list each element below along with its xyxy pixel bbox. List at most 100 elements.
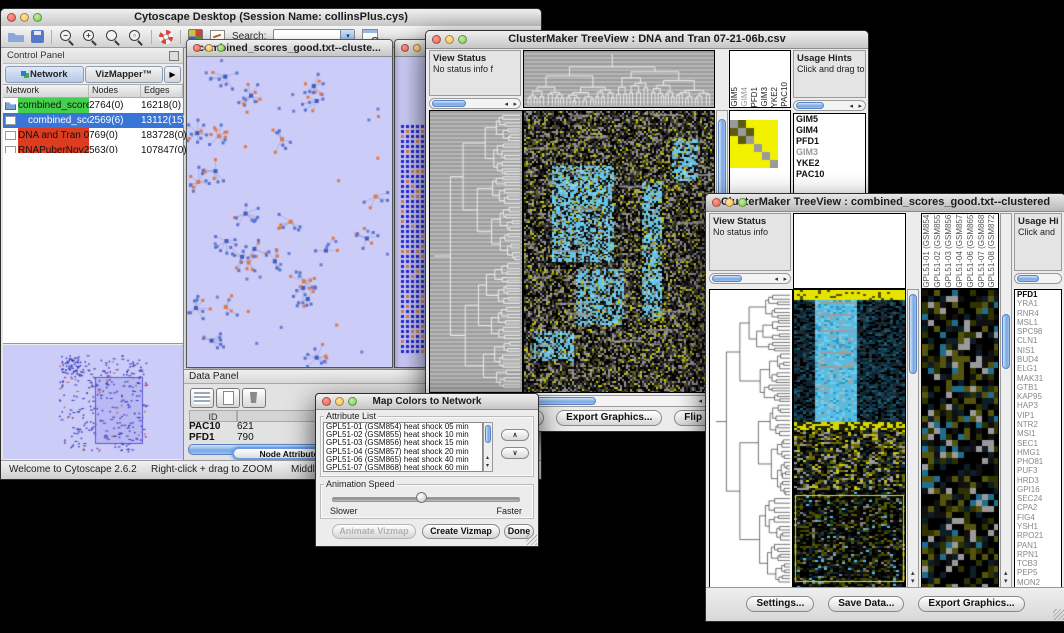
save-data-button[interactable]: Save Data...: [828, 596, 904, 612]
attribute-list-scrollbar[interactable]: ▴ ▾: [483, 422, 493, 472]
edges-column-header[interactable]: Edges: [141, 85, 183, 97]
export-graphics-button[interactable]: Export Graphics...: [918, 596, 1024, 612]
network-row[interactable]: combined_scores 2764(0) 16218(0): [3, 98, 183, 113]
float-panel-icon[interactable]: [169, 51, 179, 61]
gene-label[interactable]: NTR2: [1015, 420, 1061, 429]
new-attribute-icon[interactable]: [216, 388, 240, 408]
gene-label[interactable]: HAP3: [1015, 401, 1061, 410]
gene-label[interactable]: RNR4: [1015, 309, 1061, 318]
submatrix-canvas[interactable]: [922, 290, 998, 587]
submatrix-canvas[interactable]: [730, 120, 778, 168]
heatmap-panel[interactable]: [793, 289, 906, 588]
tab-overflow-button[interactable]: ▶: [164, 66, 181, 83]
delete-attribute-icon[interactable]: [242, 388, 266, 408]
create-vizmap-button[interactable]: Create Vizmap: [422, 524, 500, 539]
heatmap-hscrollbar[interactable]: ◂ ▸: [523, 395, 715, 407]
gene-label[interactable]: PFD1: [794, 136, 865, 147]
scroll-left-icon[interactable]: ◂: [774, 276, 778, 283]
scroll-down-icon[interactable]: ▾: [911, 578, 915, 585]
minimize-button[interactable]: [413, 44, 421, 52]
minimize-button[interactable]: [725, 198, 734, 207]
gene-label[interactable]: CLN1: [1015, 336, 1061, 345]
network-row[interactable]: combined_sco 2569(6) 13112(15): [3, 113, 183, 128]
scroll-down-icon[interactable]: ▾: [1004, 578, 1008, 585]
usage-hints-scrollbar[interactable]: [1014, 273, 1062, 284]
gene-label[interactable]: GIM5: [794, 114, 865, 125]
minimize-button[interactable]: [445, 35, 454, 44]
gene-label[interactable]: RPO21: [1015, 531, 1061, 540]
tab-vizmapper[interactable]: VizMapper™: [85, 66, 164, 83]
export-graphics-button[interactable]: Export Graphics...: [556, 410, 662, 426]
network-column-header[interactable]: Network: [3, 85, 89, 97]
zoom-button[interactable]: [348, 397, 357, 406]
tab-network[interactable]: Network: [5, 66, 84, 83]
slider-thumb[interactable]: [416, 492, 427, 503]
gene-label[interactable]: MSL1: [1015, 318, 1061, 327]
network-canvas[interactable]: [187, 57, 390, 367]
gene-label[interactable]: MAK31: [1015, 374, 1061, 383]
tv2-titlebar[interactable]: ClusterMaker TreeView : combined_scores_…: [706, 194, 1064, 212]
column-dendrogram-panel[interactable]: [793, 213, 906, 289]
scroll-left-icon[interactable]: ◂: [849, 103, 853, 110]
minimize-button[interactable]: [205, 44, 213, 52]
dialog-titlebar[interactable]: Map Colors to Network: [316, 394, 538, 410]
gene-label[interactable]: YKE2: [794, 158, 865, 169]
gene-label[interactable]: SEC24: [1015, 494, 1061, 503]
scroll-up-icon[interactable]: ▴: [911, 570, 915, 577]
birdseye-canvas[interactable]: [3, 345, 182, 459]
view-status-scrollbar[interactable]: ◂ ▸: [709, 273, 791, 284]
zoom-button[interactable]: [458, 35, 467, 44]
help-lifesaver-icon[interactable]: [159, 30, 173, 44]
gene-label[interactable]: MSI1: [1015, 429, 1061, 438]
scroll-right-icon[interactable]: ▸: [513, 101, 517, 108]
tv1-titlebar[interactable]: ClusterMaker TreeView : DNA and Tran 07-…: [426, 31, 868, 49]
gene-label[interactable]: SPC98: [1015, 327, 1061, 336]
minimize-button[interactable]: [335, 397, 344, 406]
submatrix-panel[interactable]: [921, 289, 999, 588]
gene-label[interactable]: FIG4: [1015, 513, 1061, 522]
gene-label[interactable]: PUF3: [1015, 466, 1061, 475]
close-button[interactable]: [7, 13, 16, 22]
column-dendrogram-panel[interactable]: [523, 50, 715, 108]
nodes-column-header[interactable]: Nodes: [89, 85, 141, 97]
close-button[interactable]: [193, 44, 201, 52]
heatmap-panel[interactable]: [523, 110, 715, 393]
zoom-button[interactable]: [217, 44, 225, 52]
scroll-up-icon[interactable]: ▴: [1004, 570, 1008, 577]
row-dendrogram-canvas[interactable]: [710, 290, 792, 587]
gene-label[interactable]: CPA2: [1015, 503, 1061, 512]
scroll-down-icon[interactable]: ▾: [486, 463, 489, 470]
network-view-frame[interactable]: combined_scores_good.txt--cluste...: [186, 39, 393, 368]
attribute-table-icon[interactable]: [190, 388, 214, 408]
heatmap-canvas[interactable]: [794, 290, 905, 587]
zoom-out-icon[interactable]: [59, 29, 75, 45]
zoom-in-icon[interactable]: [82, 29, 98, 45]
gene-label[interactable]: PHO81: [1015, 457, 1061, 466]
scroll-left-icon[interactable]: ◂: [698, 398, 702, 405]
gene-label[interactable]: BUD4: [1015, 355, 1061, 364]
open-file-icon[interactable]: [8, 31, 24, 42]
gene-label[interactable]: RPN1: [1015, 550, 1061, 559]
close-button[interactable]: [432, 35, 441, 44]
gene-label[interactable]: GPI16: [1015, 485, 1061, 494]
gene-label[interactable]: NIS1: [1015, 346, 1061, 355]
heatmap-canvas[interactable]: [524, 111, 714, 392]
gene-label[interactable]: YSH1: [1015, 522, 1061, 531]
gene-label[interactable]: VIP1: [1015, 411, 1061, 420]
close-button[interactable]: [322, 397, 331, 406]
row-dendrogram-canvas[interactable]: [430, 111, 522, 392]
network-row[interactable]: DNA and Tran 07 769(0) 183728(0): [3, 128, 183, 143]
column-dendrogram-canvas[interactable]: [524, 51, 714, 107]
scroll-up-icon[interactable]: ▴: [486, 455, 489, 462]
minimize-button[interactable]: [20, 13, 29, 22]
gene-label[interactable]: MON2: [1015, 578, 1061, 587]
gene-label[interactable]: PAN1: [1015, 541, 1061, 550]
row-dendrogram-panel[interactable]: [429, 110, 523, 393]
scroll-right-icon[interactable]: ▸: [858, 103, 862, 110]
gene-label[interactable]: ELG1: [1015, 364, 1061, 373]
main-titlebar[interactable]: Cytoscape Desktop (Session Name: collins…: [1, 9, 541, 27]
row-dendrogram-panel[interactable]: [709, 289, 793, 588]
zoom-fit-icon[interactable]: [105, 29, 121, 45]
gene-label[interactable]: PEP5: [1015, 568, 1061, 577]
heatmap-vscrollbar[interactable]: ▴ ▾: [907, 289, 919, 588]
